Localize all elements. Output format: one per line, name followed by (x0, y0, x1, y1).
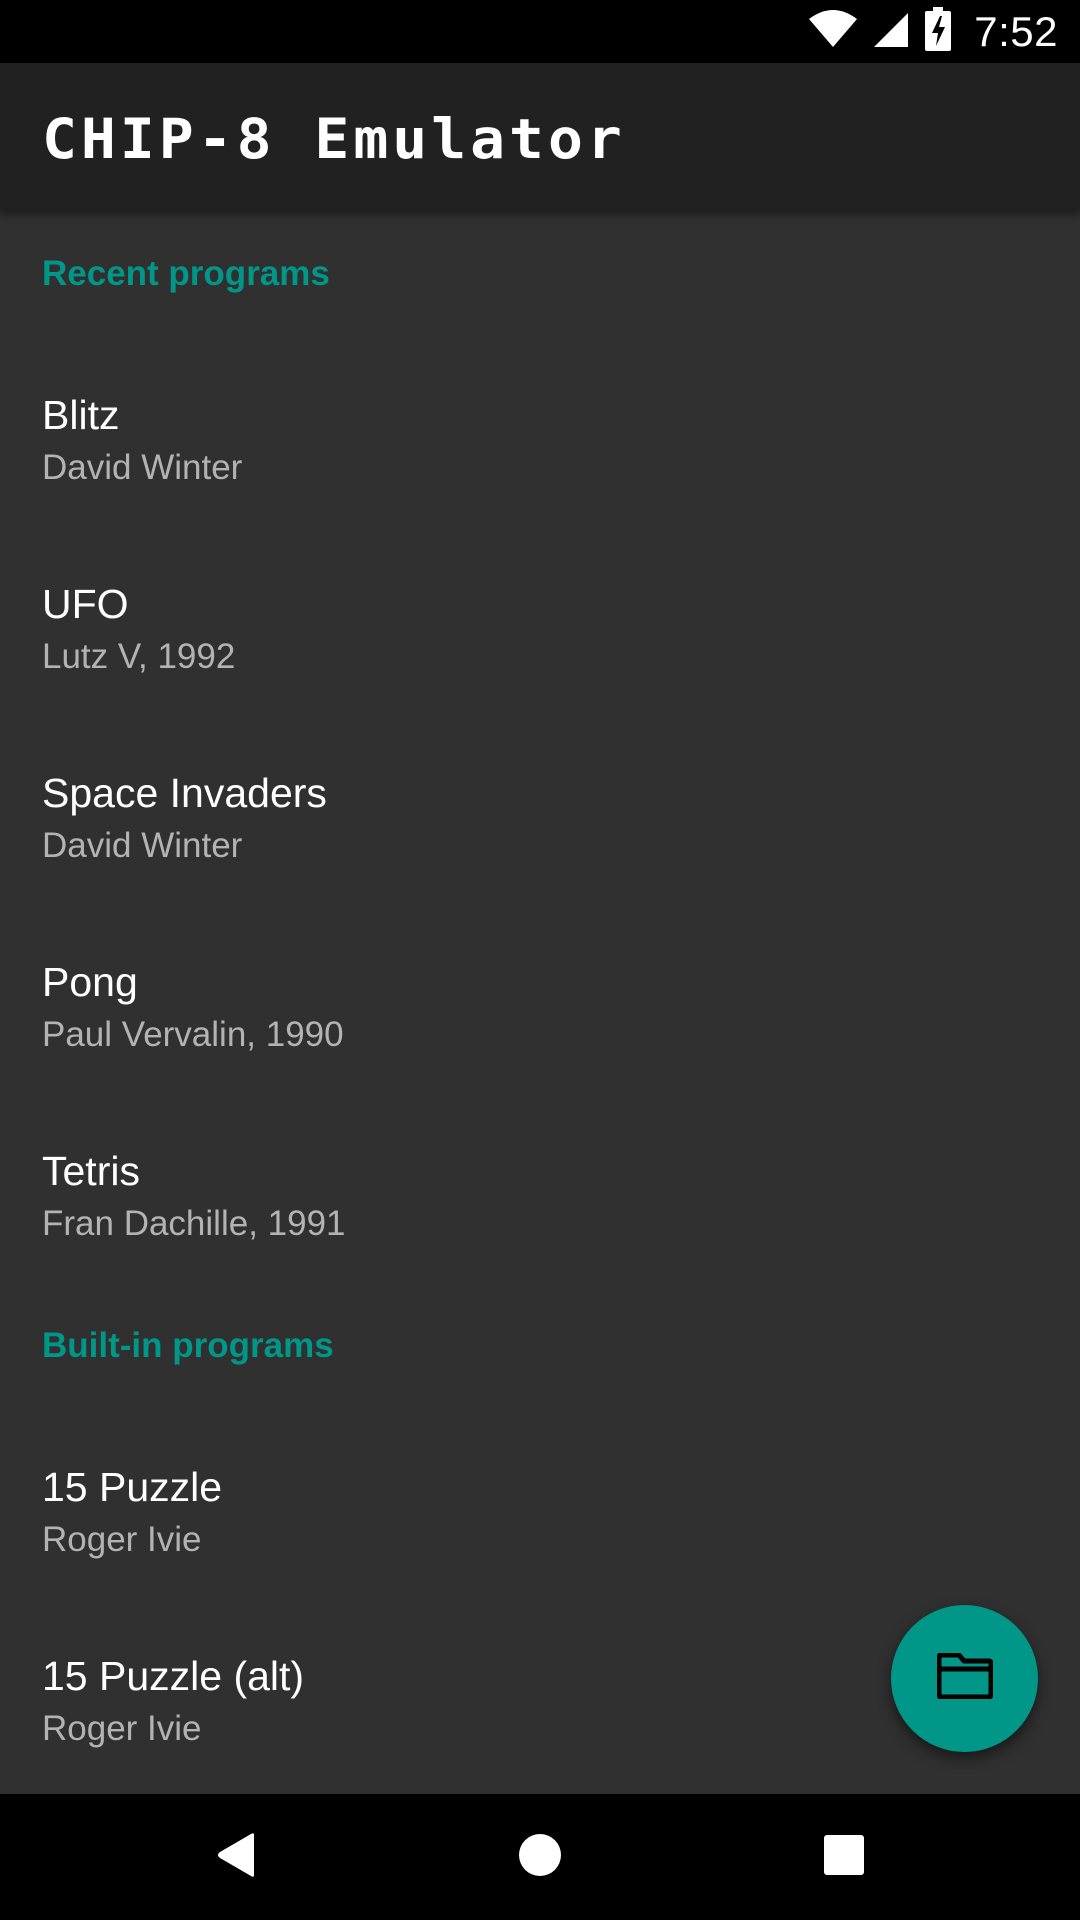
open-file-fab[interactable] (891, 1605, 1038, 1752)
back-icon (214, 1831, 258, 1884)
back-button[interactable] (176, 1794, 296, 1920)
item-title: UFO (42, 581, 129, 627)
app-bar: CHIP-8 Emulator (0, 63, 1080, 210)
battery-charging-icon (924, 7, 952, 56)
item-subtitle: David Winter (42, 826, 243, 865)
list-item[interactable]: Pong Paul Vervalin, 1990 (0, 871, 1080, 1060)
item-subtitle: Lutz V, 1992 (42, 637, 236, 676)
home-button[interactable] (480, 1794, 600, 1920)
home-icon (518, 1833, 562, 1882)
item-title: 15 Puzzle (42, 1464, 223, 1510)
list-item[interactable]: 15 Puzzle Roger Ivie (0, 1376, 1080, 1565)
wifi-icon (808, 9, 858, 54)
recents-icon (823, 1834, 865, 1881)
item-subtitle: Fran Dachille, 1991 (42, 1204, 346, 1243)
item-subtitle: Roger Ivie (42, 1520, 202, 1559)
section-header-recent: Recent programs (42, 254, 330, 293)
list-item[interactable]: Tetris Fran Dachille, 1991 (0, 1060, 1080, 1249)
status-bar: 7:52 (0, 0, 1080, 63)
list-item[interactable]: Blitz David Winter (0, 304, 1080, 493)
app-title: CHIP-8 Emulator (42, 106, 626, 172)
item-title: 15 Puzzle (alt) (42, 1653, 305, 1699)
status-time: 7:52 (974, 7, 1058, 55)
navigation-bar (0, 1794, 1080, 1920)
item-subtitle: David Winter (42, 448, 243, 487)
item-title: Tetris (42, 1148, 140, 1194)
list-item[interactable]: UFO Lutz V, 1992 (0, 493, 1080, 682)
item-title: Space Invaders (42, 770, 327, 816)
item-subtitle: Roger Ivie (42, 1709, 202, 1748)
item-title: Blitz (42, 392, 120, 438)
folder-icon (936, 1652, 993, 1704)
section-header-builtin: Built-in programs (42, 1326, 334, 1365)
item-subtitle: Paul Vervalin, 1990 (42, 1015, 344, 1054)
list-item[interactable]: Space Invaders David Winter (0, 682, 1080, 871)
program-list[interactable]: Recent programs Blitz David Winter UFO L… (0, 210, 1080, 1794)
cell-signal-icon (872, 9, 910, 54)
recents-button[interactable] (784, 1794, 904, 1920)
item-title: Pong (42, 959, 138, 1005)
status-icons: 7:52 (808, 7, 1058, 56)
